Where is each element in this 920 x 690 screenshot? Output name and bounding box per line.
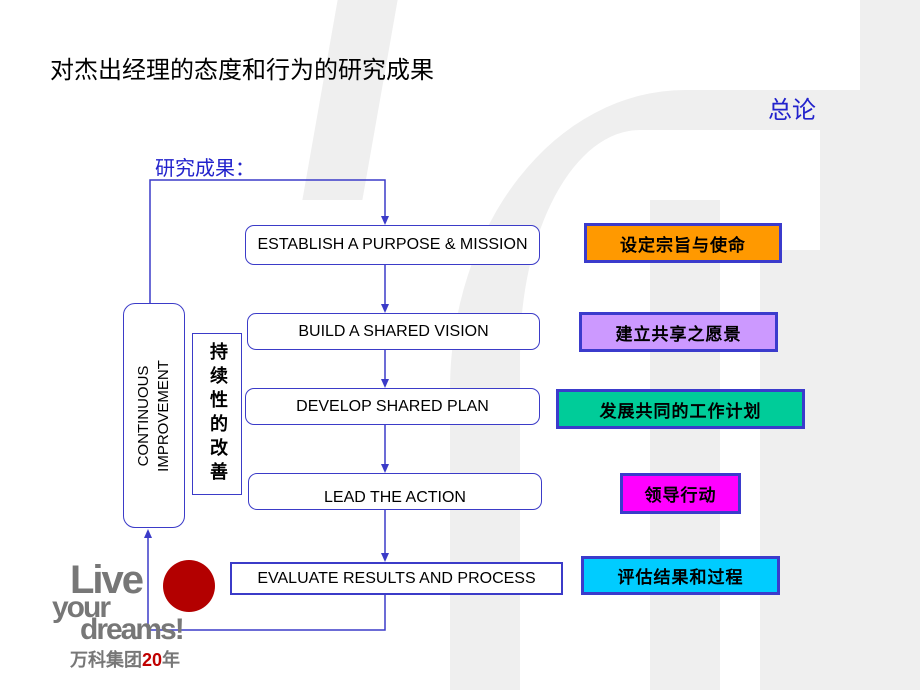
continuous-improvement-cn: 持续性的改善: [207, 342, 228, 486]
continuous-improvement-label: CONTINUOUS IMPROVEMENT: [135, 359, 172, 472]
tag-vision: 建立共享之愿景: [579, 312, 778, 352]
flow-step-action: LEAD THE ACTION: [248, 473, 542, 510]
flow-step-plan: DEVELOP SHARED PLAN: [245, 388, 540, 425]
flow-step-evaluate: EVALUATE RESULTS AND PROCESS: [230, 562, 563, 595]
tag-purpose: 设定宗旨与使命: [584, 223, 782, 263]
flow-step-purpose: ESTABLISH A PURPOSE & MISSION: [245, 225, 540, 265]
flow-step-vision: BUILD A SHARED VISION: [247, 313, 540, 350]
tag-evaluate: 评估结果和过程: [581, 556, 780, 595]
tag-plan: 发展共同的工作计划: [556, 389, 805, 429]
tag-action: 领导行动: [620, 473, 741, 514]
vanke-logo: Live your dreams! 万科集团20年: [52, 560, 222, 680]
continuous-improvement-box: CONTINUOUS IMPROVEMENT: [123, 303, 185, 528]
logo-seal-icon: [163, 560, 215, 612]
